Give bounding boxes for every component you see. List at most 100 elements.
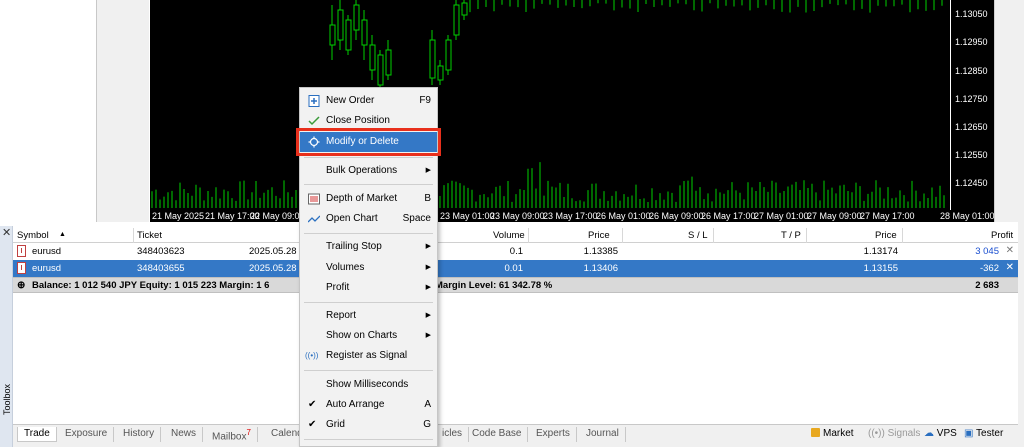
tab-mailbox[interactable]: Mailbox7 [206,427,258,442]
table-row-selected[interactable]: eurusd 348403655 2025.05.28 0.01 1.13406… [13,260,1018,277]
menu-shortcut: A [424,399,431,410]
submenu-arrow-icon: ▶ [425,243,431,250]
candle-body [345,19,352,51]
tab-history[interactable]: History [117,427,162,442]
menu-volumes[interactable]: Volumes ▶ [300,258,437,278]
menu-shortcut: Space [402,213,431,224]
candle-body [369,44,376,71]
price-label: 1.13050 [955,9,988,19]
submenu-arrow-icon: ▶ [425,264,431,271]
time-label: 23 May 09:00 [490,211,545,221]
tab-code-base[interactable]: Code Base [466,427,529,442]
time-label: 26 May 01:00 [596,211,651,221]
menu-label: Report [326,310,357,321]
signals-label: Signals [887,428,921,439]
menu-register-as-signal[interactable]: ((•)) Register as Signal [300,346,437,366]
cell-ticket: 348403623 [137,246,185,257]
time-label: 21 May 2025 [152,211,205,221]
cell-time: 2025.05.28 [249,263,297,274]
price-chart[interactable] [150,0,994,222]
menu-shortcut: F9 [419,95,431,106]
tester-label: Tester [976,428,1004,439]
candle-body [361,19,368,46]
close-position-icon[interactable]: ✕ [1006,245,1014,256]
menu-show-milliseconds[interactable]: Show Milliseconds [300,375,437,395]
price-label: 1.12950 [955,37,988,47]
candle-body [385,49,392,76]
menu-new-order[interactable]: New Order F9 [300,91,437,111]
col-sl[interactable]: S / L [688,230,708,241]
menu-label: Trailing Stop [326,241,382,252]
menu-label: Show on Charts [326,330,398,341]
menu-label: Show Milliseconds [326,379,409,390]
market-tab[interactable]: Market [811,428,854,439]
menu-label: Open Chart [326,213,378,224]
tester-tab[interactable]: ▣ Tester [964,428,1003,439]
menu-label: Profit [326,282,350,293]
price-label: 1.12450 [955,178,988,188]
depth-of-market-icon [308,193,320,205]
close-position-icon[interactable]: ✕ [1006,262,1014,273]
sort-asc-icon: ▲ [59,231,66,238]
candle-body [353,4,360,31]
highlight-outline [296,128,441,156]
col-symbol[interactable]: Symbol [17,230,49,241]
time-label: 22 May 09:0 [250,211,300,221]
tab-news[interactable]: News [165,427,204,442]
candle-body [429,39,436,79]
cell-price-current: 1.13174 [863,246,898,257]
time-label: 27 May 17:00 [860,211,915,221]
tab-mailbox-label: Mailbox [212,431,247,443]
menu-label: Register as Signal [326,350,408,361]
menu-open-chart[interactable]: Open Chart Space [300,209,437,229]
time-label: 26 May 09:00 [649,211,704,221]
tab-journal[interactable]: Journal [580,427,626,442]
vps-tab[interactable]: ☁ VPS [924,428,957,439]
col-profit[interactable]: Profit [991,230,1013,241]
cloud-icon: ☁ [924,428,937,439]
menu-profit[interactable]: Profit ▶ [300,278,437,298]
tab-exposure[interactable]: Exposure [59,427,115,442]
tab-experts[interactable]: Experts [530,427,577,442]
menu-shortcut: G [423,419,431,430]
cell-symbol: eurusd [32,246,62,257]
cell-ticket: 348403655 [137,263,185,274]
menu-auto-arrange[interactable]: ✔ Auto Arrange A [300,395,437,415]
col-price-current[interactable]: Price [875,230,897,241]
cell-price: 1.13385 [583,246,618,257]
menu-show-on-charts[interactable]: Show on Charts ▶ [300,326,437,346]
candle-body [377,54,384,86]
check-icon: ✔ [308,419,317,430]
menu-trailing-stop[interactable]: Trailing Stop ▶ [300,237,437,257]
price-label: 1.12850 [955,66,988,76]
menu-bulk-operations[interactable]: Bulk Operations ▶ [300,161,437,181]
table-row[interactable]: eurusd 348403623 2025.05.28 0.1 1.13385 … [13,243,1018,260]
tab-trade[interactable]: Trade [17,427,57,442]
time-label: 23 May 17:00 [543,211,598,221]
cell-profit: 3 045 [975,246,999,257]
menu-label: Auto Arrange [326,399,385,410]
col-ticket[interactable]: Ticket [137,230,162,241]
candle-body [437,65,444,81]
col-volume[interactable]: Volume [493,230,525,241]
expand-plus-icon[interactable]: ⊕ [17,280,25,291]
price-label: 1.12550 [955,150,988,160]
cell-time: 2025.05.28 [249,246,297,257]
account-summary-row: ⊕ Balance: 1 012 540 JPY Equity: 1 015 2… [13,277,1018,293]
col-price[interactable]: Price [588,230,610,241]
menu-grid[interactable]: ✔ Grid G [300,415,437,435]
time-axis: 21 May 2025 21 May 17:00 22 May 09:0 23 … [150,210,995,222]
menu-depth-of-market[interactable]: Depth of Market B [300,189,437,209]
menu-report[interactable]: Report ▶ [300,306,437,326]
cell-volume: 0.01 [504,263,524,274]
signals-tab[interactable]: ((•)) Signals [868,428,920,439]
margin-level: Margin Level: 61 342.78 % [435,280,553,291]
toolbox-close-icon[interactable]: ✕ [2,228,12,239]
col-tp[interactable]: T / P [781,230,801,241]
market-label: Market [823,428,854,439]
price-label: 1.12650 [955,122,988,132]
tab-articles[interactable]: icles [436,427,470,442]
time-label: 28 May 01:00 [940,211,995,221]
menu-label: Grid [326,419,345,430]
cell-price: 1.13406 [583,263,618,274]
